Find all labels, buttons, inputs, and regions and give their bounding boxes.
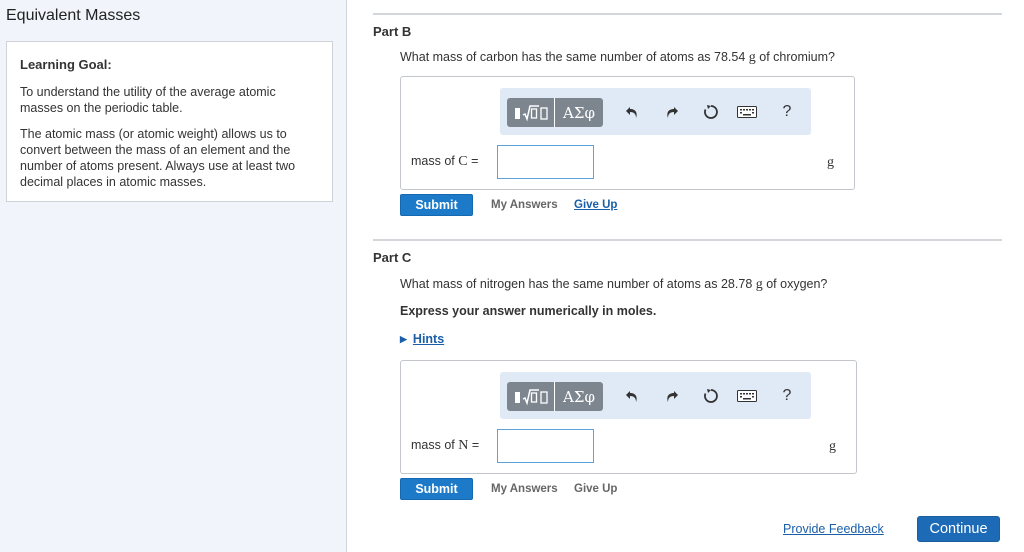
part-c-answer-box: ΑΣφ ? mass of N = g [400,360,857,474]
part-b-field-label: mass of C = [411,154,479,169]
toolbar-button-group: ΑΣφ [507,98,603,128]
learning-goal-text-1: To understand the utility of the average… [20,85,276,115]
template-icon[interactable] [507,382,555,411]
part-c-unit: g [829,439,836,454]
part-c-field-label: mass of N = [411,438,480,453]
help-icon[interactable]: ? [772,382,802,410]
provide-feedback-link[interactable]: Provide Feedback [783,522,884,536]
math-toolbar: ΑΣφ ? [500,88,811,135]
part-c-label: Part C [373,250,412,265]
continue-button[interactable]: Continue [917,516,1000,542]
page-title: Equivalent Masses [6,7,141,24]
part-b-question: What mass of carbon has the same number … [400,50,835,65]
greek-icon[interactable]: ΑΣφ [555,382,603,411]
part-c-instruction: Express your answer numerically in moles… [400,304,657,318]
part-b-unit: g [827,155,834,170]
part-b-label: Part B [373,24,412,39]
part-b-my-answers-link[interactable]: My Answers [491,199,558,211]
part-b-give-up-link[interactable]: Give Up [574,199,617,211]
part-c-question: What mass of nitrogen has the same numbe… [400,277,828,292]
part-c-answer-input[interactable] [497,429,594,463]
part-b-divider [373,13,1002,15]
greek-icon[interactable]: ΑΣφ [555,98,603,127]
caret-right-icon: ▶ [400,334,407,344]
learning-goal-pane: Equivalent Masses Learning Goal: To unde… [0,0,347,552]
reset-icon[interactable] [696,98,726,126]
template-icon[interactable] [507,98,555,127]
hints-toggle[interactable]: ▶ Hints [400,332,444,346]
math-toolbar: ΑΣφ ? [500,372,811,419]
hints-label: Hints [412,332,445,346]
redo-icon[interactable] [657,98,687,126]
learning-goal-heading: Learning Goal: [20,57,112,72]
part-c-submit-button[interactable]: Submit [400,478,473,500]
part-b-answer-box: ΑΣφ ? mass of C = g [400,76,855,190]
undo-icon[interactable] [617,382,647,410]
undo-icon[interactable] [617,98,647,126]
part-c-give-up-link[interactable]: Give Up [574,483,617,495]
part-c-divider [373,239,1002,241]
learning-goal-text-2: The atomic mass (or atomic weight) allow… [20,127,296,189]
reset-icon[interactable] [696,382,726,410]
toolbar-button-group: ΑΣφ [507,382,603,412]
part-b-submit-button[interactable]: Submit [400,194,473,216]
learning-goal-box: Learning Goal: To understand the utility… [6,41,333,202]
help-icon[interactable]: ? [772,98,802,126]
keyboard-icon[interactable] [732,98,762,126]
keyboard-icon[interactable] [732,382,762,410]
part-b-answer-input[interactable] [497,145,594,179]
redo-icon[interactable] [657,382,687,410]
part-c-my-answers-link[interactable]: My Answers [491,483,558,495]
